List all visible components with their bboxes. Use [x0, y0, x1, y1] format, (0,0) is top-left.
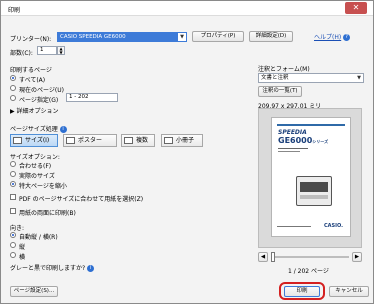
size-options-heading: サイズオプション:	[10, 154, 60, 161]
page-range-input[interactable]: 1 - 202	[66, 93, 118, 102]
sizing-heading-row: ページサイズ処理 i	[10, 124, 67, 133]
next-page-button[interactable]: ▶	[352, 252, 362, 262]
poster-icon	[66, 137, 75, 144]
printer-illustration	[296, 176, 332, 206]
prev-page-button[interactable]: ◀	[258, 252, 268, 262]
copies-field[interactable]: 1	[37, 46, 57, 55]
duplex-checkbox[interactable]	[10, 208, 16, 214]
pdf-paper-checkbox[interactable]	[10, 194, 16, 200]
orientation-portrait-radio[interactable]	[10, 242, 16, 248]
pages-all-radio[interactable]	[10, 75, 16, 81]
grayscale-label: グレーと黒で印刷しますか?	[10, 265, 86, 272]
comments-heading: 注釈とフォーム(M)	[258, 66, 310, 73]
chevron-down-icon: ▼	[178, 33, 186, 41]
tab-booklet[interactable]: 小冊子	[161, 134, 203, 147]
preview-doc-title: SPEEDIA	[278, 129, 307, 136]
preview-doc-model-row: GE6000シリーズ	[278, 136, 328, 145]
preview-doc-brand: CASIO.	[324, 223, 344, 229]
orientation-auto-radio[interactable]	[10, 232, 16, 238]
more-options-label: 詳細オプション	[16, 108, 59, 115]
copies-stepper[interactable]: ▲ ▼	[57, 46, 65, 55]
preview-text-line	[278, 148, 308, 149]
page-slider-thumb[interactable]	[271, 252, 275, 262]
pdf-paper-label: PDF のページサイズに合わせて用紙を選択(Z)	[19, 196, 144, 203]
page-setup-button[interactable]: ページ設定(S)...	[10, 286, 58, 297]
properties-button[interactable]: プロパティ(P)	[192, 31, 244, 42]
info-icon[interactable]: i	[59, 126, 67, 133]
shrink-label: 特大ページを縮小	[19, 183, 67, 190]
summarize-comments-button[interactable]: 注釈の一覧(T)	[258, 86, 302, 97]
printer-value: CASIO SPEEDIA GE6000	[60, 34, 126, 40]
page-range-value: 1 - 202	[69, 94, 89, 100]
duplex-label: 用紙の両面に印刷(B)	[19, 210, 76, 217]
preview-rule	[277, 124, 345, 126]
help-link[interactable]: ヘルプ(H) ?	[314, 32, 351, 41]
fit-label: 合わせる(F)	[19, 163, 52, 170]
advanced-button[interactable]: 詳細設定(D)	[249, 31, 293, 42]
grayscale-info-icon[interactable]: i	[87, 265, 95, 272]
size-icon	[13, 137, 22, 144]
preview-doc-model: GE6000	[278, 136, 313, 145]
orientation-auto-label: 自動縦 / 横(R)	[19, 234, 58, 241]
preview-text-line	[277, 226, 311, 227]
orientation-portrait-label: 縦	[19, 244, 26, 251]
print-preview: SPEEDIA GE6000シリーズ CASIO.	[258, 108, 362, 248]
multiple-icon	[124, 137, 133, 144]
printer-select[interactable]: CASIO SPEEDIA GE6000 ▼	[57, 32, 187, 42]
printer-label: プリンター(N):	[10, 36, 52, 43]
title-bar: 印刷 ✕	[1, 1, 373, 16]
help-label: ヘルプ(H)	[314, 34, 342, 41]
pages-current-radio[interactable]	[10, 85, 16, 91]
page-slider-track[interactable]	[271, 256, 349, 258]
close-button[interactable]: ✕	[345, 2, 367, 14]
booklet-icon	[164, 137, 173, 144]
actual-size-label: 実際のサイズ	[19, 173, 55, 180]
window-title: 印刷	[8, 7, 21, 14]
tab-size-label: サイズ(I)	[25, 137, 50, 144]
orientation-landscape-label: 横	[19, 254, 26, 261]
grayscale-row: グレーと黒で印刷しますか? i	[10, 263, 95, 272]
sizing-heading: ページサイズ処理	[10, 126, 58, 133]
tab-multiple-label: 複数	[136, 137, 149, 144]
pages-current-label: 現在のページ(U)	[19, 87, 64, 94]
pages-range-label: ページ指定(G)	[19, 97, 59, 104]
orientation-heading: 向き:	[10, 225, 25, 232]
help-icon: ?	[343, 34, 351, 41]
print-button[interactable]: 印刷	[284, 286, 320, 297]
chevron-down-icon: ▼	[357, 75, 361, 81]
tab-poster[interactable]: ポスター	[63, 134, 117, 147]
preview-text-line	[278, 151, 300, 152]
pages-heading: 印刷するページ	[10, 67, 52, 74]
more-options-toggle[interactable]: ▶ 詳細オプション	[10, 106, 59, 115]
triangle-right-icon: ▶	[10, 108, 15, 115]
preview-doc-model-suffix: シリーズ	[312, 139, 329, 144]
fit-radio[interactable]	[10, 161, 16, 167]
tab-booklet-label: 小冊子	[176, 137, 195, 144]
copies-label: 部数(C):	[10, 50, 33, 57]
page-counter: 1 / 202 ページ	[288, 268, 329, 275]
cancel-button[interactable]: キャンセル	[329, 286, 369, 297]
tab-poster-label: ポスター	[78, 137, 103, 144]
tab-multiple[interactable]: 複数	[121, 134, 155, 147]
pages-range-radio[interactable]	[10, 95, 16, 101]
tab-size[interactable]: サイズ(I)	[10, 134, 58, 147]
shrink-radio[interactable]	[10, 181, 16, 187]
comments-select[interactable]: 文書と注釈 ▼	[258, 73, 364, 83]
preview-page: SPEEDIA GE6000シリーズ CASIO.	[271, 117, 351, 237]
comments-value: 文書と注釈	[261, 75, 289, 81]
orientation-landscape-radio[interactable]	[10, 252, 16, 258]
printer-illustration-body	[300, 182, 328, 192]
pages-all-label: すべて(A)	[19, 77, 46, 84]
copies-value: 1	[40, 47, 44, 53]
print-dialog: 印刷 ✕ ヘルプ(H) ? プリンター(N): CASIO SPEEDIA GE…	[0, 0, 374, 304]
printer-illustration-tray	[300, 195, 328, 199]
actual-size-radio[interactable]	[10, 171, 16, 177]
